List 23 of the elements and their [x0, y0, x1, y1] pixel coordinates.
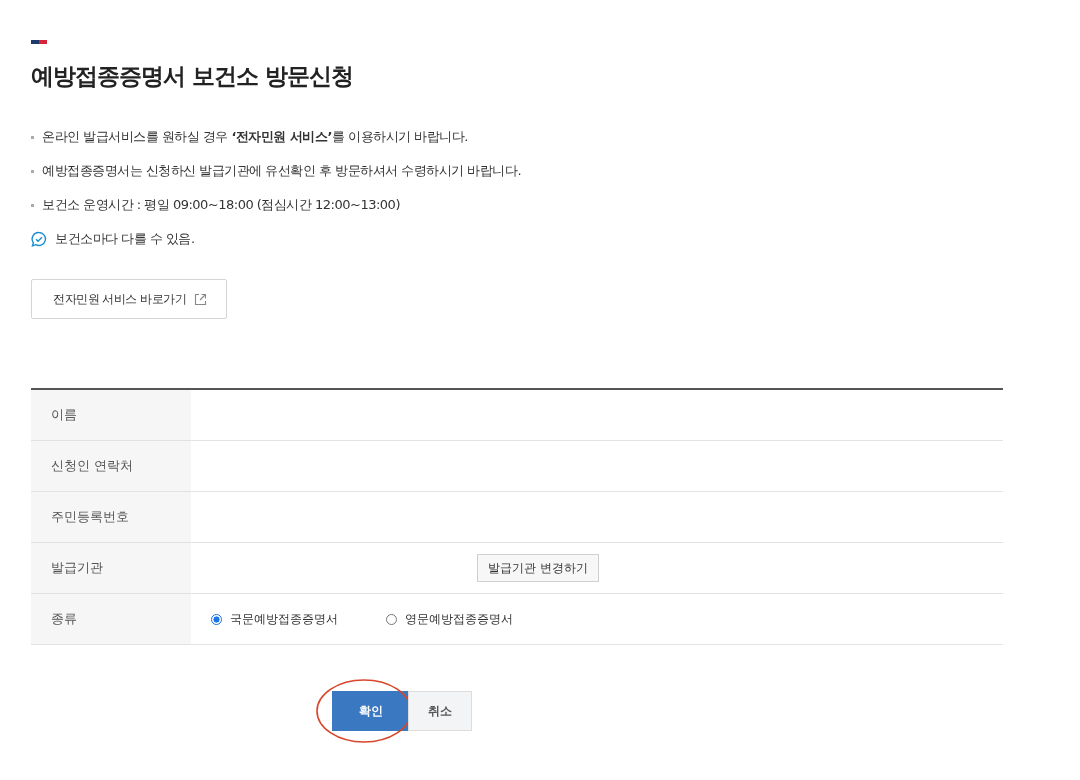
chat-check-icon — [31, 231, 47, 247]
cancel-button[interactable]: 취소 — [408, 691, 472, 731]
bullet-icon — [31, 169, 34, 173]
radio-label[interactable]: 영문예방접종증명서 — [405, 610, 513, 628]
field-label: 신청인 연락처 — [31, 441, 191, 491]
field-label: 발급기관 — [31, 543, 191, 593]
confirm-button[interactable]: 확인 — [332, 691, 410, 731]
change-issuer-button[interactable]: 발급기관 변경하기 — [477, 554, 599, 582]
radio-button[interactable] — [211, 613, 222, 625]
field-label: 종류 — [31, 594, 191, 644]
title-accent-bar — [31, 40, 47, 44]
external-link-button[interactable]: 전자민원 서비스 바로가기 — [31, 279, 228, 319]
external-link-icon — [194, 292, 208, 306]
bullet-icon — [31, 135, 34, 139]
page-title: 예방접종증명서 보건소 방문신청 — [31, 62, 354, 91]
notice-text: 온라인 발급서비스를 원하실 경우 ‘전자민원 서비스’를 이용하시기 바랍니다. — [42, 128, 468, 146]
field-label: 주민등록번호 — [31, 492, 191, 542]
radio-label[interactable]: 국문예방접종증명서 — [230, 610, 338, 628]
field-label: 이름 — [31, 390, 191, 440]
note-text: 보건소마다 다를 수 있음. — [55, 230, 195, 248]
notice-text: 예방접종증명서는 신청하신 발급기관에 유선확인 후 방문하셔서 수령하시기 바랍니다. — [42, 162, 522, 180]
notice-text: 보건소 운영시간 : 평일 09:00~18:00 (점심시간 12:00~13:00) — [42, 196, 400, 214]
bullet-icon — [31, 203, 34, 207]
